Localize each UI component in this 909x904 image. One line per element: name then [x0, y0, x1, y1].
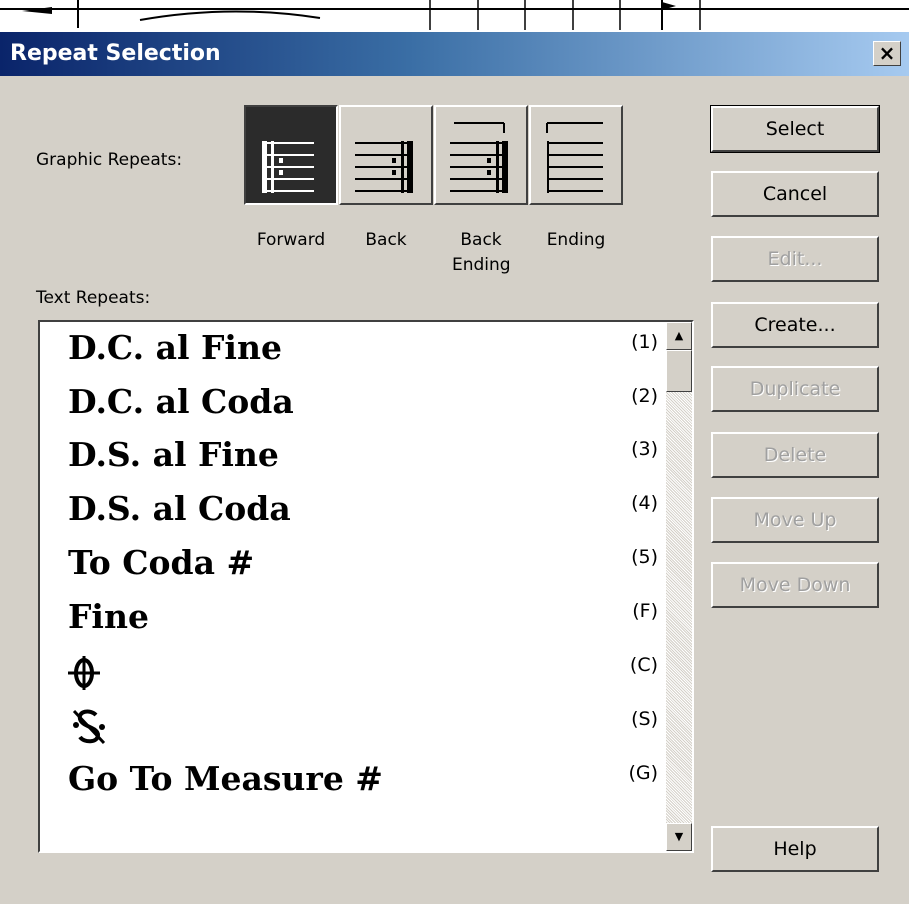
- close-button[interactable]: ×: [873, 41, 901, 66]
- coda-symbol-icon: [68, 656, 100, 690]
- ending-repeat-icon: [546, 122, 603, 193]
- edit-button[interactable]: Edit...: [711, 236, 879, 282]
- ending-repeat-button[interactable]: [529, 105, 623, 205]
- select-button[interactable]: Select: [710, 105, 880, 153]
- arrow-down-icon: ▼: [674, 830, 684, 843]
- close-icon: ×: [878, 41, 896, 65]
- list-item-name: D.C. al Fine: [68, 328, 282, 367]
- delete-button[interactable]: Delete: [711, 432, 879, 478]
- list-item-name: To Coda #: [68, 543, 255, 582]
- segno-symbol-icon: [72, 709, 106, 745]
- move-up-button[interactable]: Move Up: [711, 497, 879, 543]
- dialog-title: Repeat Selection: [10, 41, 221, 66]
- list-scrollbar[interactable]: ▲ ▼: [666, 322, 692, 851]
- list-item-name: Go To Measure #: [68, 759, 383, 798]
- duplicate-button[interactable]: Duplicate: [711, 366, 879, 412]
- list-item[interactable]: D.C. al Fine (1): [68, 328, 658, 378]
- ending-caption: Ending: [546, 230, 606, 250]
- list-item[interactable]: (S): [68, 705, 658, 755]
- list-item-name: Fine: [68, 597, 149, 636]
- list-item-key: (F): [632, 600, 658, 622]
- list-item[interactable]: Go To Measure # (G): [68, 759, 658, 809]
- list-item-name: D.S. al Coda: [68, 489, 291, 528]
- help-button[interactable]: Help: [711, 826, 879, 872]
- dialog-frame: [0, 76, 10, 904]
- list-item-key: (3): [631, 438, 658, 460]
- create-button[interactable]: Create...: [711, 302, 879, 348]
- list-item-key: (2): [631, 385, 658, 407]
- back-caption: Back: [365, 230, 407, 250]
- forward-repeat-button[interactable]: [244, 105, 338, 205]
- list-item-key: (C): [629, 654, 658, 676]
- forward-repeat-icon: [262, 141, 314, 193]
- scroll-down-button[interactable]: ▼: [666, 823, 692, 851]
- list-item-key: (1): [631, 331, 658, 353]
- list-item-key: (S): [631, 708, 658, 730]
- list-item-key: (4): [631, 492, 658, 514]
- text-repeats-list[interactable]: D.C. al Fine (1) D.C. al Coda (2) D.S. a…: [38, 320, 694, 853]
- staff-fragment-graphic: [0, 0, 909, 30]
- list-item[interactable]: To Coda # (5): [68, 543, 658, 593]
- scroll-thumb[interactable]: [666, 350, 692, 392]
- list-item[interactable]: D.C. al Coda (2): [68, 382, 658, 432]
- list-item[interactable]: (C): [68, 651, 658, 701]
- forward-caption: Forward: [256, 230, 326, 250]
- back-ending-repeat-icon: [450, 122, 508, 193]
- back-repeat-button[interactable]: [339, 105, 433, 205]
- list-item-key: (G): [628, 762, 658, 784]
- text-repeats-label: Text Repeats:: [36, 288, 151, 308]
- dialog-title-bar[interactable]: Repeat Selection ×: [0, 32, 909, 76]
- graphic-repeats-label: Graphic Repeats:: [36, 150, 183, 170]
- back-ending-caption: Back Ending: [452, 230, 511, 275]
- list-item-name: D.C. al Coda: [68, 382, 294, 421]
- list-item[interactable]: D.S. al Coda (4): [68, 489, 658, 539]
- score-staff-background: [0, 0, 909, 32]
- list-item[interactable]: Fine (F): [68, 597, 658, 647]
- back-repeat-icon: [355, 141, 413, 193]
- list-item[interactable]: D.S. al Fine (3): [68, 435, 658, 485]
- list-item-name: D.S. al Fine: [68, 435, 279, 474]
- arrow-up-icon: ▲: [674, 329, 684, 342]
- cancel-button[interactable]: Cancel: [711, 171, 879, 217]
- list-item-key: (5): [631, 546, 658, 568]
- back-ending-repeat-button[interactable]: [434, 105, 528, 205]
- scroll-up-button[interactable]: ▲: [666, 322, 692, 350]
- move-down-button[interactable]: Move Down: [711, 562, 879, 608]
